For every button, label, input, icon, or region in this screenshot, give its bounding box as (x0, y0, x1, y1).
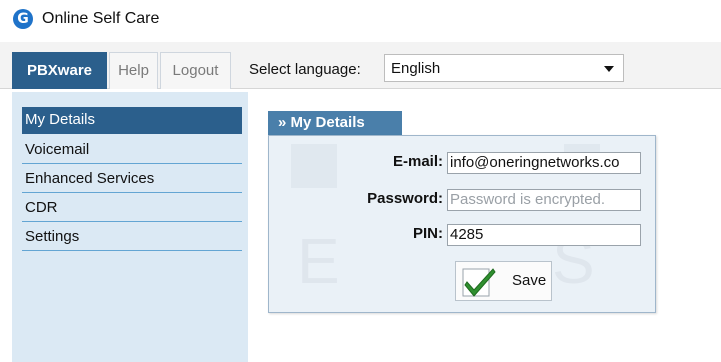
password-field[interactable]: Password is encrypted. (447, 189, 641, 211)
email-label: E-mail: (392, 153, 443, 170)
save-button[interactable]: Save (455, 261, 552, 301)
email-field[interactable]: info@oneringnetworks.co (447, 152, 641, 174)
dropdown-arrow-icon (604, 66, 614, 72)
language-value: English (391, 60, 441, 77)
language-label: Select language: (249, 61, 361, 78)
language-select[interactable]: English (384, 54, 624, 82)
sidebar-item-voicemail[interactable]: Voicemail (22, 137, 242, 164)
pin-label: PIN: (413, 225, 443, 242)
tab-logout[interactable]: Logout (160, 52, 231, 89)
app-title: Online Self Care (42, 10, 160, 27)
app-logo-icon: G (13, 9, 33, 29)
checkmark-icon (462, 268, 496, 297)
sidebar-item-cdr[interactable]: CDR (22, 195, 242, 222)
pin-field[interactable]: 4285 (447, 224, 641, 246)
title-bar: G Online Self Care (0, 0, 721, 42)
sidebar-item-enhanced-services[interactable]: Enhanced Services (22, 166, 242, 193)
tab-help[interactable]: Help (109, 52, 158, 89)
sidebar-item-my-details[interactable]: My Details (22, 107, 242, 134)
panel-title: » My Details (268, 111, 402, 135)
sidebar-item-settings[interactable]: Settings (22, 224, 242, 251)
save-button-label: Save (512, 272, 547, 289)
my-details-panel: E S E-mail: info@oneringnetworks.co Pass… (268, 135, 656, 313)
tab-pbxware[interactable]: PBXware (12, 52, 107, 89)
password-label: Password: (367, 190, 443, 207)
sidebar: My Details Voicemail Enhanced Services C… (12, 92, 248, 362)
